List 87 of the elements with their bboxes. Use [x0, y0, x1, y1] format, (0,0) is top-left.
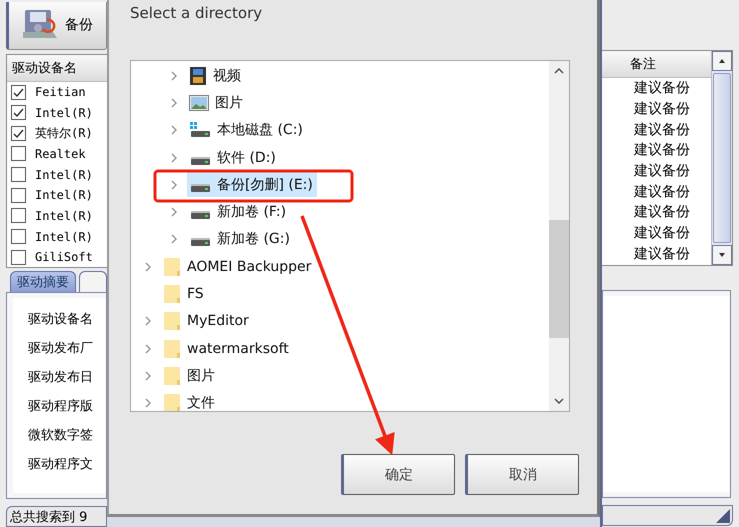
checkbox[interactable] [11, 146, 26, 162]
note-cell: 建议备份 [634, 224, 690, 242]
dialog-title: Select a directory [130, 4, 264, 24]
checkbox[interactable] [11, 188, 26, 203]
chevron-icon[interactable] [169, 234, 179, 244]
tree-item[interactable]: 文件 [161, 390, 219, 411]
chevron-icon[interactable] [169, 152, 179, 163]
checkbox[interactable] [11, 208, 26, 224]
device-name: Feitian [35, 85, 86, 100]
column-header[interactable]: 驱动设备名 [7, 54, 107, 82]
tree-item[interactable]: 备份[勿删] (E:) [187, 172, 317, 198]
dialog-button[interactable]: 确定 [341, 454, 455, 495]
field-label: 驱动设备名 [28, 311, 94, 330]
column-header[interactable]: 备注 [602, 51, 711, 78]
device-name: Intel(R) [35, 106, 93, 120]
tab[interactable]: 驱动摘要 [10, 271, 76, 292]
chevron-icon[interactable] [143, 316, 153, 326]
dialog-button[interactable]: 取消 [465, 454, 579, 495]
chevron-icon[interactable] [143, 398, 153, 408]
note-cell: 建议备份 [634, 120, 690, 139]
resize-grip-icon[interactable] [716, 508, 730, 522]
drive-icon [191, 211, 210, 220]
folder-icon [163, 393, 181, 411]
device-name: Intel(R) [35, 188, 93, 202]
checkbox[interactable] [11, 229, 26, 244]
scroll-up-icon[interactable] [554, 68, 564, 74]
field-label: 微软数字签 [28, 427, 94, 446]
tree-item[interactable]: MyEditor [161, 308, 253, 334]
tree-item[interactable]: AOMEI Backupper [161, 254, 316, 280]
folder-icon [163, 338, 181, 359]
device-name: Intel(R) [35, 168, 93, 182]
scroll-down-icon[interactable] [712, 245, 732, 265]
tree-item[interactable]: 图片 [161, 363, 219, 388]
checkbox[interactable] [11, 126, 26, 141]
note-cell: 建议备份 [634, 244, 690, 263]
device-name: GiliSoft [35, 250, 93, 264]
picture-icon [189, 94, 209, 111]
backup-button[interactable]: 备份 [6, 2, 107, 50]
note-cell: 建议备份 [634, 141, 690, 160]
checkbox[interactable] [11, 250, 26, 265]
tree-item[interactable]: 新加卷 (G:) [187, 226, 294, 252]
tree-item[interactable]: 软件 (D:) [187, 145, 280, 170]
tree-item[interactable]: 新加卷 (F:) [187, 200, 290, 225]
tree-item[interactable]: FS [161, 282, 208, 307]
chevron-icon[interactable] [169, 125, 179, 136]
device-name: 英特尔(R) [35, 124, 93, 142]
scroll-up-icon[interactable] [712, 51, 732, 71]
chevron-icon[interactable] [143, 370, 153, 381]
tree-item[interactable]: 图片 [187, 90, 247, 116]
note-cell: 建议备份 [634, 203, 690, 222]
tree-item[interactable]: 视频 [187, 63, 245, 88]
chevron-icon[interactable] [143, 262, 153, 272]
note-cell: 建议备份 [634, 182, 690, 201]
note-cell: 建议备份 [634, 100, 690, 118]
note-cell: 建议备份 [634, 162, 690, 180]
checkbox[interactable] [11, 105, 26, 120]
folder-icon [163, 256, 181, 277]
drive-icon [191, 184, 210, 192]
scrollbar-thumb[interactable] [549, 220, 569, 338]
folder-icon [163, 284, 181, 304]
drive-icon [191, 156, 210, 165]
device-name: Intel(R) [35, 230, 93, 244]
folder-icon [163, 311, 181, 332]
checkbox[interactable] [11, 84, 26, 100]
chevron-icon[interactable] [169, 70, 179, 81]
chevron-icon[interactable] [169, 98, 179, 108]
scrollbar-thumb[interactable] [713, 73, 731, 243]
field-label: 驱动发布日 [28, 369, 94, 388]
folder-icon [163, 366, 181, 386]
scroll-down-icon[interactable] [554, 398, 564, 404]
chevron-icon[interactable] [169, 180, 179, 190]
chevron-icon[interactable] [169, 207, 179, 218]
tree-item[interactable]: 本地磁盘 (C:) [187, 118, 307, 143]
note-cell: 建议备份 [634, 79, 690, 98]
tab[interactable] [79, 271, 107, 292]
chevron-icon[interactable] [143, 344, 153, 354]
drive-icon [189, 121, 211, 140]
field-label: 驱动程序文 [28, 456, 94, 474]
drive-icon [191, 238, 210, 246]
checkbox[interactable] [11, 167, 26, 182]
tree-item[interactable]: watermarksoft [161, 336, 293, 362]
field-label: 驱动程序版 [28, 398, 94, 416]
device-name: Intel(R) [35, 208, 93, 223]
status-bar: 总共搜索到 9 [6, 506, 107, 527]
film-icon [189, 66, 207, 86]
device-name: Realtek [35, 146, 86, 161]
field-label: 驱动发布厂 [28, 340, 94, 358]
